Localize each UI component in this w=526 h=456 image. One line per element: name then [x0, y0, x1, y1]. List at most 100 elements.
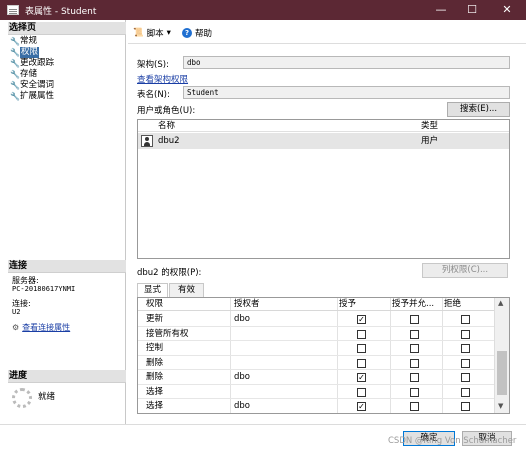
server-value: PC-20180617YNMI: [12, 285, 76, 293]
minimize-button[interactable]: —: [424, 0, 458, 20]
scrollbar-thumb[interactable]: [497, 351, 507, 395]
with-grant-checkbox[interactable]: [410, 402, 419, 411]
wrench-icon: 🔧: [10, 70, 20, 79]
column-header-grantor[interactable]: 授权者: [234, 298, 260, 311]
table-row[interactable]: 控制: [138, 341, 494, 356]
deny-checkbox[interactable]: [461, 387, 470, 397]
schema-field: dbo: [183, 56, 510, 69]
deny-checkbox[interactable]: [461, 373, 470, 382]
permission-name: 删除: [146, 357, 164, 368]
permission-name: 接管所有权: [146, 328, 189, 339]
grant-checkbox[interactable]: [357, 358, 366, 368]
deny-checkbox[interactable]: [461, 358, 470, 368]
column-header-type[interactable]: 类型: [421, 120, 438, 132]
list-item[interactable]: dbu2 用户: [138, 133, 509, 149]
close-button[interactable]: ✕: [490, 0, 524, 20]
table-row[interactable]: 接管所有权: [138, 327, 494, 341]
page-item-change-tracking[interactable]: 🔧 更改跟踪: [10, 58, 124, 69]
page-list: 🔧 常规 🔧 权限 🔧 更改跟踪 🔧 存储 🔧 安全谓词 🔧 扩展属性: [10, 36, 124, 102]
wrench-icon: 🔧: [10, 37, 20, 46]
view-connection-properties-link[interactable]: ⚙ 查看连接属性: [12, 323, 124, 332]
deny-checkbox[interactable]: [461, 329, 470, 339]
column-header-deny[interactable]: 拒绝: [444, 298, 461, 311]
page-item-security-predicates[interactable]: 🔧 安全谓词: [10, 80, 124, 91]
help-button[interactable]: ? 帮助: [182, 27, 212, 39]
users-roles-label: 用户或角色(U):: [137, 106, 196, 116]
tab-explicit[interactable]: 显式: [137, 283, 168, 298]
toolbar: 📜 脚本 ▾ ? 帮助: [128, 22, 526, 44]
deny-checkbox[interactable]: [461, 315, 470, 324]
permission-name: 更新: [146, 314, 164, 324]
column-header-name[interactable]: 名称: [158, 120, 175, 132]
table-name-label: 表名(N):: [137, 90, 170, 100]
server-label: 服务器:: [12, 276, 39, 285]
scroll-up-icon[interactable]: ▲: [498, 299, 503, 307]
window-title: 表属性 - Student: [25, 7, 97, 17]
wrench-icon: 🔧: [10, 59, 20, 68]
schema-label: 架构(S):: [137, 60, 169, 70]
deny-checkbox[interactable]: [461, 344, 470, 353]
with-grant-checkbox[interactable]: [410, 373, 419, 382]
permission-name: 删除: [146, 372, 164, 382]
table-icon: [7, 5, 19, 15]
grant-checkbox[interactable]: ✓: [357, 373, 366, 382]
table-row[interactable]: 更新 dbo ✓: [138, 312, 494, 327]
table-row[interactable]: 选择: [138, 385, 494, 399]
table-row[interactable]: 删除 dbo ✓: [138, 370, 494, 385]
column-header-grant[interactable]: 授予: [339, 298, 356, 311]
users-roles-list[interactable]: 名称 类型 dbu2 用户: [137, 119, 510, 259]
permission-name: 选择: [146, 386, 164, 397]
user-name: dbu2: [158, 136, 180, 146]
grantor-name: dbo: [234, 372, 250, 382]
connection-info: 服务器: PC-20180617YNMI 连接: U2 ⚙ 查看连接属性: [12, 276, 124, 332]
user-type: 用户: [421, 136, 439, 146]
column-header-with-grant[interactable]: 授予并允...: [392, 298, 434, 311]
with-grant-checkbox[interactable]: [410, 358, 419, 368]
page-item-extended-properties[interactable]: 🔧 扩展属性: [10, 91, 124, 102]
grant-checkbox[interactable]: ✓: [357, 402, 366, 411]
title-bar: 表属性 - Student — ☐ ✕: [0, 0, 526, 20]
deny-checkbox[interactable]: [461, 402, 470, 411]
grantor-name: dbo: [234, 314, 250, 324]
watermark-text: CSDN @King Von Schumacher: [388, 436, 517, 446]
view-schema-permissions-link[interactable]: 查看架构权限: [137, 73, 188, 85]
with-grant-checkbox[interactable]: [410, 315, 419, 324]
grid-header: 权限 授权者 授予 授予并允... 拒绝: [138, 298, 494, 311]
vertical-scrollbar[interactable]: ▲ ▼: [494, 298, 509, 413]
page-item-permissions[interactable]: 🔧 权限: [10, 47, 124, 58]
maximize-button[interactable]: ☐: [455, 0, 489, 20]
table-row[interactable]: 选择 dbo ✓: [138, 399, 494, 413]
permissions-grid: 权限 授权者 授予 授予并允... 拒绝 更新 dbo ✓ 接管所有权 控制 删除 删除 db…: [137, 297, 510, 414]
tab-effective[interactable]: 有效: [169, 283, 204, 297]
permission-name: 选择: [146, 401, 164, 411]
left-pane: 选择页 🔧 常规 🔧 权限 🔧 更改跟踪 🔧 存储 🔧 安全谓词 🔧 扩展属性 连接 服务器…: [8, 20, 126, 424]
permissions-for-label: dbu2 的权限(P):: [137, 268, 202, 278]
select-page-header: 选择页: [8, 22, 126, 35]
grant-checkbox[interactable]: [357, 387, 366, 397]
wrench-icon: 🔧: [10, 81, 20, 90]
table-name-field: Student: [183, 86, 510, 99]
chevron-down-icon: ▾: [166, 28, 171, 38]
column-header-permission[interactable]: 权限: [146, 298, 163, 311]
with-grant-checkbox[interactable]: [410, 387, 419, 397]
connection-header: 连接: [8, 260, 126, 273]
wrench-icon: 🔧: [10, 48, 20, 57]
grant-checkbox[interactable]: ✓: [357, 315, 366, 324]
connection-label: 连接:: [12, 299, 31, 308]
with-grant-checkbox[interactable]: [410, 344, 419, 353]
table-row[interactable]: 删除: [138, 356, 494, 370]
with-grant-checkbox[interactable]: [410, 329, 419, 339]
script-button[interactable]: 📜 脚本 ▾: [133, 27, 171, 39]
page-item-storage[interactable]: 🔧 存储: [10, 69, 124, 80]
properties-icon: ⚙: [12, 323, 20, 332]
permission-name: 控制: [146, 343, 164, 353]
grantor-name: dbo: [234, 401, 250, 411]
search-button[interactable]: 搜索(E)...: [447, 102, 510, 117]
grant-checkbox[interactable]: [357, 344, 366, 353]
users-list-header: 名称 类型: [138, 120, 509, 132]
scroll-down-icon[interactable]: ▼: [498, 402, 503, 410]
column-permissions-button[interactable]: 列权限(C)...: [422, 263, 508, 278]
page-item-general[interactable]: 🔧 常规: [10, 36, 124, 47]
grant-checkbox[interactable]: [357, 329, 366, 339]
progress-status: 就绪: [38, 392, 56, 402]
